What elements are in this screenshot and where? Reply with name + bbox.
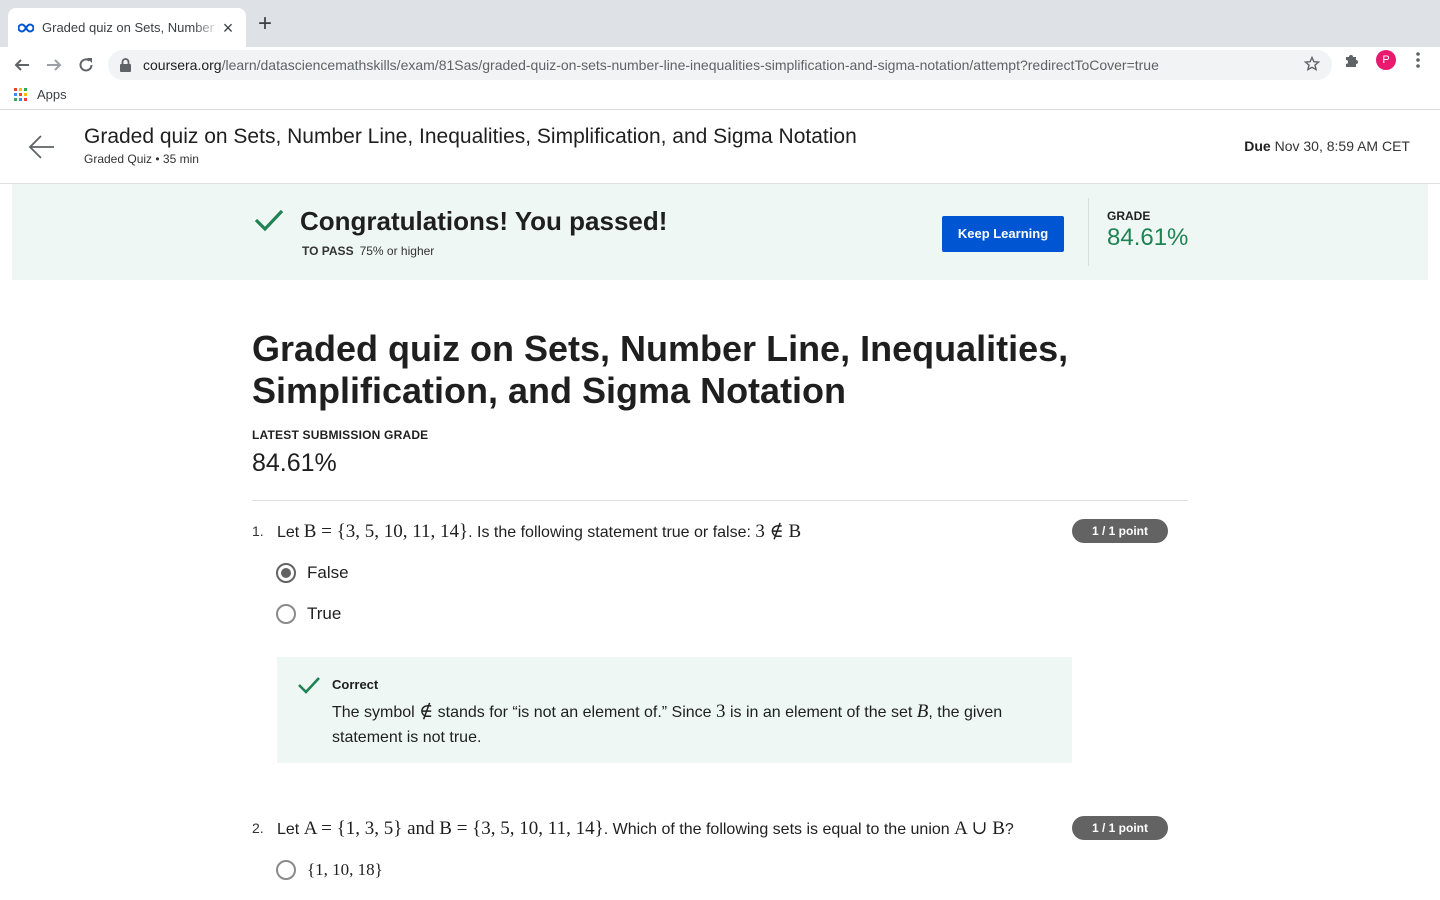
feedback-label: Correct (332, 677, 379, 692)
tab-title: Graded quiz on Sets, Number Line, Inequa… (42, 20, 220, 35)
apps-label: Apps (37, 87, 67, 102)
quiz-header: Graded quiz on Sets, Number Line, Inequa… (0, 111, 1440, 184)
keep-learning-button[interactable]: Keep Learning (942, 216, 1064, 252)
divider (252, 500, 1188, 501)
math-expression: 3 ∉ B (755, 521, 802, 542)
reload-icon[interactable] (72, 51, 100, 79)
bookmark-star-icon[interactable] (1303, 55, 1321, 77)
profile-avatar[interactable]: P (1376, 50, 1396, 70)
browser-menu-icon[interactable] (1410, 50, 1426, 70)
answer-option[interactable]: True (276, 604, 341, 624)
due-date: Due Nov 30, 8:59 AM CET (1244, 138, 1410, 154)
apps-dot (14, 98, 17, 101)
apps-grid-icon (14, 88, 27, 101)
question-number: 2. (252, 820, 264, 836)
back-arrow-icon[interactable] (28, 133, 56, 161)
page-title: Graded quiz on Sets, Number Line, Inequa… (252, 328, 1069, 411)
apps-bookmark[interactable]: Apps (14, 87, 67, 102)
apps-dot (24, 88, 27, 91)
bookmarks-bar: Apps (0, 83, 1440, 110)
browser-tab[interactable]: Graded quiz on Sets, Number Line, Inequa… (8, 8, 246, 47)
math-expression: B = {3, 5, 10, 11, 14} (439, 818, 604, 839)
apps-dot (14, 88, 17, 91)
latest-grade-label: LATEST SUBMISSION GRADE (252, 428, 429, 442)
to-pass-requirement: TO PASS 75% or higher (302, 244, 435, 258)
feedback-box: Correct The symbol ∉ stands for “is not … (277, 657, 1072, 763)
grade-label: GRADE (1107, 209, 1151, 223)
question-prompt: Let A = {1, 3, 5} and B = {3, 5, 10, 11,… (277, 818, 1014, 839)
browser-toolbar: coursera.org/learn/datasciencemathskills… (0, 47, 1440, 83)
math-expression: A ∪ B (954, 818, 1005, 839)
header-title: Graded quiz on Sets, Number Line, Inequa… (84, 125, 857, 148)
apps-dot (19, 88, 22, 91)
coursera-infinity-icon (18, 20, 34, 36)
browser-tabstrip: Graded quiz on Sets, Number Line, Inequa… (0, 0, 1440, 47)
apps-dot (24, 93, 27, 96)
math-expression: A = {1, 3, 5} (303, 818, 403, 839)
option-label: True (307, 604, 342, 623)
points-badge: 1 / 1 point (1072, 519, 1168, 543)
latest-grade-value: 84.61% (252, 449, 337, 477)
apps-dot (24, 98, 27, 101)
radio-unselected[interactable] (276, 860, 296, 880)
radio-selected[interactable] (276, 563, 296, 583)
checkmark-icon (297, 675, 321, 700)
close-tab-icon[interactable]: × (220, 19, 236, 37)
checkmark-icon (254, 208, 284, 237)
back-icon[interactable] (8, 51, 36, 79)
option-label: False (307, 563, 349, 582)
feedback-text: The symbol ∉ stands for “is not an eleme… (332, 701, 1003, 746)
apps-dot (19, 98, 22, 101)
option-label: {1, 10, 18} (307, 860, 383, 879)
forward-icon[interactable] (40, 51, 68, 79)
address-bar[interactable]: coursera.org/learn/datasciencemathskills… (108, 50, 1332, 80)
apps-dot (14, 93, 17, 96)
passed-banner: Congratulations! You passed! TO PASS 75% … (12, 184, 1428, 280)
apps-dot (19, 93, 22, 96)
grade-value: 84.61% (1107, 224, 1189, 251)
lock-icon (120, 58, 134, 72)
url-text: coursera.org/learn/datasciencemathskills… (143, 57, 1159, 73)
question-number: 1. (252, 523, 264, 539)
points-badge: 1 / 1 point (1072, 816, 1168, 840)
math-expression: B = {3, 5, 10, 11, 14} (303, 521, 469, 542)
extensions-icon[interactable] (1343, 51, 1361, 74)
banner-divider (1088, 198, 1089, 266)
answer-option[interactable]: {1, 10, 18} (276, 860, 383, 880)
radio-unselected[interactable] (276, 604, 296, 624)
question-prompt: Let B = {3, 5, 10, 11, 14}. Is the follo… (277, 521, 802, 542)
header-subtitle: Graded Quiz • 35 min (84, 152, 199, 166)
answer-option[interactable]: False (276, 563, 349, 583)
new-tab-icon[interactable]: + (258, 12, 272, 36)
banner-title: Congratulations! You passed! (300, 206, 668, 236)
